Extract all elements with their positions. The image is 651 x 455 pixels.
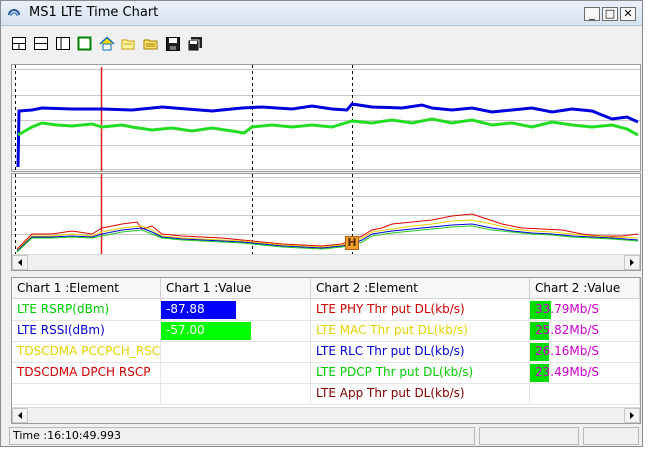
- time-chart-window: MS1 LTE Time Chart _ □ ✕ H Chart 1:Elem…: [0, 0, 643, 447]
- status-pane: [479, 427, 579, 445]
- chart2-element-cell: LTE MAC Thr put DL(kb/s): [311, 320, 530, 341]
- scroll-left-button[interactable]: [12, 255, 28, 270]
- chart1-value-cell: [161, 362, 311, 383]
- minimize-button[interactable]: _: [584, 7, 600, 21]
- series-rssi-line: [16, 102, 639, 168]
- series-rsrp-line: [17, 117, 639, 137]
- h-marker-label: H: [347, 236, 357, 249]
- chart2-value-cell: 23.49Mb/S: [530, 362, 640, 383]
- chart1-value-cell: [161, 341, 311, 362]
- h-marker[interactable]: H: [345, 236, 359, 250]
- chart1-value-cell: -87.88: [161, 299, 311, 320]
- chart1-element-cell: TDSCDMA DPCH RSCP: [12, 362, 161, 383]
- column-header[interactable]: Chart 1 :Element: [12, 278, 161, 298]
- table-header: Chart 1 :Element Chart 1 :Value Chart 2 …: [12, 278, 640, 299]
- chart1-value-text: -87.88: [166, 302, 205, 316]
- chart2-element-cell: LTE RLC Thr put DL(kb/s): [311, 341, 530, 362]
- home-icon[interactable]: [99, 36, 115, 52]
- layout-1-icon[interactable]: [11, 36, 27, 52]
- chart1-value-cell: [161, 383, 311, 404]
- status-time: Time :16:10:49.993: [9, 427, 475, 445]
- color-box-icon[interactable]: [77, 36, 93, 52]
- table-row[interactable]: LTE App Thr put DL(kb/s): [12, 383, 640, 405]
- chart2-element-cell: LTE App Thr put DL(kb/s): [311, 383, 530, 404]
- series-rlc-line: [16, 223, 639, 252]
- table-row[interactable]: LTE RSRP(dBm) -87.88 LTE PHY Thr put DL(kb…: [12, 299, 640, 321]
- arrow-right-icon: [630, 259, 634, 266]
- folder-icon[interactable]: [143, 36, 159, 52]
- layout-3-icon[interactable]: [55, 36, 71, 52]
- save-all-icon[interactable]: [187, 36, 203, 52]
- table-hscrollbar[interactable]: [12, 407, 640, 423]
- chart-2-panel[interactable]: H: [11, 173, 641, 271]
- scroll-right-button[interactable]: [624, 255, 640, 270]
- chart2-value-text: 23.49Mb/S: [535, 365, 599, 379]
- app-icon: [8, 9, 20, 17]
- status-bar: Time :16:10:49.993: [9, 427, 641, 445]
- layout-2-icon[interactable]: [33, 36, 49, 52]
- chart2-value-cell: 33.79Mb/S: [530, 299, 640, 320]
- chart-1-plot: [12, 65, 640, 171]
- table-row[interactable]: TDSCDMA DPCH RSCP LTE PDCP Thr put DL(kb/…: [12, 362, 640, 384]
- table-scroll-right-button[interactable]: [624, 408, 640, 423]
- chart1-value-cell: -57.00: [161, 320, 311, 341]
- folder-open-icon[interactable]: [121, 36, 137, 52]
- table-row[interactable]: LTE RSSI(dBm) -57.00 LTE MAC Thr put DL(kb…: [12, 320, 640, 342]
- chart1-element-cell: LTE RSSI(dBm): [12, 320, 161, 341]
- chart2-element-cell: LTE PHY Thr put DL(kb/s): [311, 299, 530, 320]
- save-icon[interactable]: [165, 36, 181, 52]
- table-row[interactable]: TDSCDMA PCCPCH_RSCP LTE RLC Thr put DL(kb…: [12, 341, 640, 363]
- chart-hscrollbar[interactable]: [12, 254, 640, 270]
- maximize-button[interactable]: □: [602, 7, 618, 21]
- table-scroll-left-button[interactable]: [12, 408, 28, 423]
- column-header[interactable]: Chart 2 :Value: [530, 278, 640, 298]
- column-header[interactable]: Chart 1 :Value: [161, 278, 311, 298]
- arrow-right-icon: [630, 412, 634, 419]
- chart2-value-text: 26.16Mb/S: [535, 344, 599, 358]
- values-table: Chart 1 :Element Chart 1 :Value Chart 2 …: [11, 277, 641, 424]
- column-header[interactable]: Chart 2 :Element: [311, 278, 530, 298]
- title-bar[interactable]: MS1 LTE Time Chart _ □ ✕: [1, 1, 642, 26]
- chart2-value-text: 33.79Mb/S: [535, 302, 599, 316]
- chart-1-panel[interactable]: [11, 64, 641, 172]
- chart1-element-cell: LTE RSRP(dBm): [12, 299, 161, 320]
- chart2-value-cell: [530, 383, 640, 404]
- arrow-left-icon: [18, 412, 22, 419]
- chart-2-plot: [12, 174, 640, 254]
- status-pane: [583, 427, 639, 445]
- chart1-value-text: -57.00: [166, 323, 205, 337]
- arrow-left-icon: [18, 259, 22, 266]
- close-button[interactable]: ✕: [620, 7, 636, 21]
- chart2-value-text: 25.82Mb/S: [535, 323, 599, 337]
- chart2-element-cell: LTE PDCP Thr put DL(kb/s): [311, 362, 530, 383]
- window-title: MS1 LTE Time Chart: [29, 5, 159, 20]
- chart1-element-cell: TDSCDMA PCCPCH_RSCP: [12, 341, 161, 362]
- chart1-element-cell: [12, 383, 161, 404]
- chart2-value-cell: 26.16Mb/S: [530, 341, 640, 362]
- chart2-value-cell: 25.82Mb/S: [530, 320, 640, 341]
